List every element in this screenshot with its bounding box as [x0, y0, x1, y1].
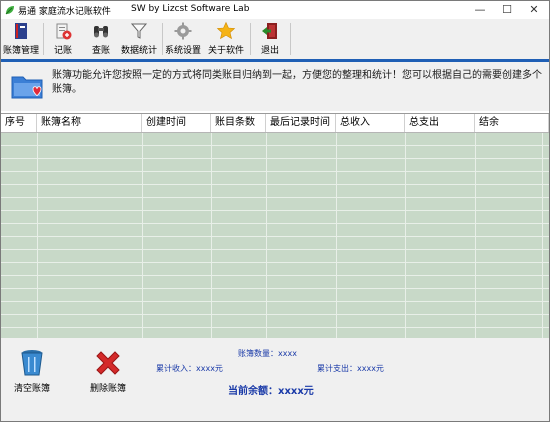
toolbar-query-button[interactable]: 查账	[85, 21, 117, 57]
info-panel: 账簿功能允许您按照一定的方式将同类账目归纳到一起，方便您的整理和统计！您可以根据…	[1, 62, 549, 111]
toolbar-exit-button[interactable]: 退出	[254, 21, 286, 57]
gear-icon	[174, 22, 192, 40]
column-header[interactable]: 创建时间	[142, 114, 211, 132]
total-income-text: 累计收入：xxxx元	[156, 364, 223, 373]
toolbar-about-button[interactable]: 关于软件	[206, 21, 246, 57]
window-title: 家庭流水记账软件	[38, 7, 111, 17]
toolbar-ledger-manage-button[interactable]: 账簿管理	[2, 21, 40, 57]
column-header[interactable]: 结余	[475, 114, 549, 132]
funnel-icon	[130, 23, 148, 39]
column-header[interactable]: 账目条数	[211, 114, 266, 132]
table-body	[1, 133, 549, 338]
app-leaf-icon	[5, 6, 14, 15]
trash-bin-icon	[21, 350, 43, 376]
folder-heart-icon	[11, 76, 43, 99]
toolbar-separator	[250, 23, 251, 55]
clear-ledger-label: 清空账簿	[13, 384, 50, 394]
toolbar-label: 关于软件	[207, 46, 244, 56]
delete-ledger-button[interactable]: 删除账簿	[83, 348, 133, 394]
table-header: 序号 账簿名称 创建时间 账目条数 最后记录时间 总收入 总支出 结余	[1, 114, 549, 133]
toolbar-separator	[162, 23, 163, 55]
title-bar: 易通 家庭流水记账软件 SW by Lizcst Software Lab — …	[1, 1, 549, 19]
column-header[interactable]: 总收入	[336, 114, 405, 132]
maximize-button[interactable]: ☐	[494, 1, 520, 19]
clear-ledger-button[interactable]: 清空账簿	[7, 348, 57, 394]
red-x-icon	[96, 351, 120, 375]
close-button[interactable]: ✕	[521, 1, 547, 19]
toolbar-separator	[43, 23, 44, 55]
minimize-button[interactable]: —	[467, 1, 493, 19]
info-text: 账簿功能允许您按照一定的方式将同类账目归纳到一起，方便您的整理和统计！您可以根据…	[52, 70, 542, 95]
toolbar-statistics-button[interactable]: 数据统计	[119, 21, 159, 57]
column-header[interactable]: 账簿名称	[37, 114, 142, 132]
app-window: 易通 家庭流水记账软件 SW by Lizcst Software Lab — …	[0, 0, 550, 422]
toolbar-label: 记账	[53, 46, 72, 56]
toolbar: 账簿管理 记账 查账 数据统计 系统设置 关于软件 退出	[1, 19, 549, 59]
app-name: 易通	[18, 7, 37, 17]
toolbar-settings-button[interactable]: 系统设置	[164, 21, 202, 57]
ledger-count-text: 账簿数量：xxxx	[238, 349, 297, 358]
toolbar-separator	[290, 23, 291, 55]
binoculars-icon	[94, 26, 108, 38]
toolbar-label: 系统设置	[164, 46, 201, 56]
window-subtitle: SW by Lizcst Software Lab	[131, 4, 250, 14]
toolbar-label: 账簿管理	[2, 46, 39, 56]
summary-panel: 清空账簿 删除账簿 账簿数量：xxxx 累计收入：xxxx元 累计支出：xxxx…	[1, 338, 549, 421]
ledger-book-icon	[15, 23, 27, 39]
total-expense-text: 累计支出：xxxx元	[317, 364, 384, 373]
column-header[interactable]: 最后记录时间	[266, 114, 336, 132]
column-header[interactable]: 总支出	[405, 114, 475, 132]
exit-door-icon	[262, 23, 277, 39]
toolbar-label: 退出	[260, 46, 279, 56]
toolbar-label: 查账	[91, 46, 110, 56]
column-header[interactable]: 序号	[1, 114, 37, 132]
delete-ledger-label: 删除账簿	[89, 384, 126, 394]
current-balance-text: 当前余额：xxxx元	[228, 386, 314, 397]
toolbar-add-record-button[interactable]: 记账	[47, 21, 79, 57]
star-icon	[216, 21, 236, 40]
toolbar-label: 数据统计	[120, 46, 157, 56]
ledger-table[interactable]: 序号 账簿名称 创建时间 账目条数 最后记录时间 总收入 总支出 结余	[1, 113, 549, 338]
add-record-icon	[56, 23, 72, 40]
